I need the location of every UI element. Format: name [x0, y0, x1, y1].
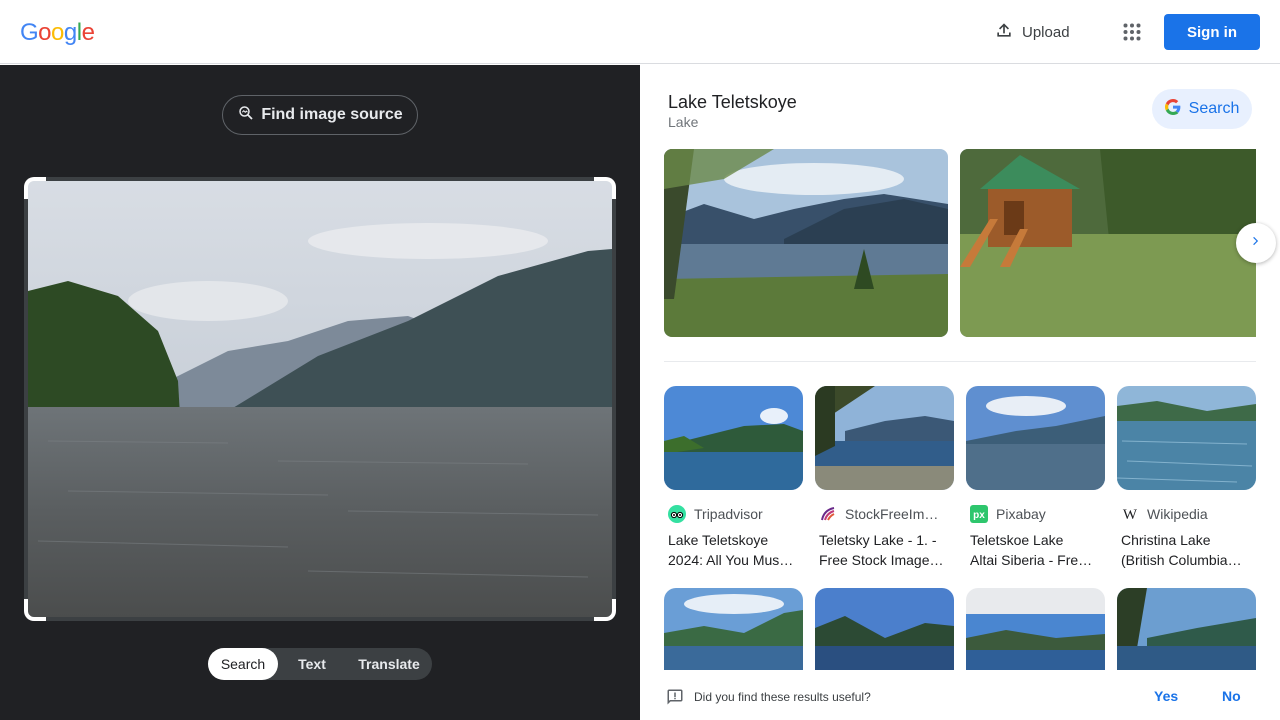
svg-text:W: W — [1123, 507, 1138, 523]
top-bar: Google Upload Sign in — [0, 0, 1280, 64]
visual-match-thumbnail[interactable] — [815, 588, 954, 670]
crop-edge-bottom[interactable] — [46, 617, 594, 621]
crop-frame[interactable] — [24, 177, 616, 621]
visual-match-thumbnail[interactable] — [1117, 588, 1256, 670]
logo-letter: o — [38, 19, 52, 46]
visual-match-card[interactable]: px Pixabay Teletskoe Lake Altai Siberia … — [966, 386, 1105, 570]
result-source-name: StockFreeIma… — [845, 506, 945, 522]
entity-title[interactable]: Lake Teletskoye — [668, 92, 797, 113]
result-source: StockFreeIma… — [815, 504, 954, 524]
sign-in-button[interactable]: Sign in — [1164, 14, 1260, 50]
result-title-line: 2024: All You Mus… — [668, 552, 794, 568]
logo-letter: G — [20, 19, 39, 46]
result-title[interactable]: Lake Teletskoye 2024: All You Mus… — [664, 530, 803, 570]
result-thumbnail — [1117, 386, 1256, 490]
feedback-icon — [666, 688, 684, 711]
carousel-next-button[interactable] — [1236, 223, 1276, 263]
feedback-question: Did you find these results useful? — [694, 690, 871, 704]
result-source-name: Pixabay — [996, 506, 1046, 522]
tripadvisor-icon — [668, 505, 686, 523]
logo-letter: e — [81, 19, 95, 46]
logo-letter: o — [51, 19, 64, 46]
visual-match-card[interactable]: W Wikipedia Christina Lake (British Colu… — [1117, 386, 1256, 570]
crop-handle-top-right[interactable] — [594, 177, 616, 199]
tab-translate[interactable]: Translate — [346, 648, 432, 680]
result-title-line: Free Stock Image… — [819, 552, 944, 568]
wikipedia-icon: W — [1121, 505, 1139, 523]
find-image-source-button[interactable]: Find image source — [222, 95, 418, 135]
result-title[interactable]: Teletsky Lake - 1. - Free Stock Image… — [815, 530, 954, 570]
feedback-yes-button[interactable]: Yes — [1154, 688, 1178, 704]
result-source-name: Wikipedia — [1147, 506, 1208, 522]
result-source: px Pixabay — [966, 504, 1105, 524]
stockfreeimages-icon — [819, 505, 837, 523]
result-source-name: Tripadvisor — [694, 506, 763, 522]
mode-tabs: Search Text Translate — [208, 648, 432, 680]
result-title-line: Christina Lake — [1121, 532, 1211, 548]
image-search-icon — [237, 104, 255, 127]
google-logo[interactable]: Google — [20, 19, 95, 47]
chevron-right-icon — [1249, 234, 1263, 253]
result-thumbnail — [815, 386, 954, 490]
results-panel: Lake Teletskoye Lake Search Tripadvisor … — [640, 65, 1280, 720]
upload-button[interactable]: Upload — [984, 14, 1080, 50]
query-image-panel: Find image source Search Text Translate — [0, 65, 640, 720]
entity-search-button[interactable]: Search — [1152, 89, 1252, 129]
result-title-line: Teletskoe Lake — [970, 532, 1064, 548]
apps-grid-icon[interactable] — [1116, 16, 1148, 48]
tab-search[interactable]: Search — [208, 648, 278, 680]
result-title-line: Teletsky Lake - 1. - — [819, 532, 937, 548]
find-image-source-label: Find image source — [261, 106, 403, 123]
crop-handle-bottom-left[interactable] — [24, 599, 46, 621]
entity-image[interactable] — [960, 149, 1256, 337]
crop-handle-bottom-right[interactable] — [594, 599, 616, 621]
query-image — [28, 181, 612, 617]
visual-match-thumbnail[interactable] — [664, 588, 803, 670]
result-source: Tripadvisor — [664, 504, 803, 524]
result-thumbnail — [664, 386, 803, 490]
entity-subtitle: Lake — [668, 114, 699, 130]
svg-text:px: px — [973, 510, 985, 521]
result-title-line: (British Columbia… — [1121, 552, 1242, 568]
result-title-line: Lake Teletskoye — [668, 532, 769, 548]
result-title[interactable]: Christina Lake (British Columbia… — [1117, 530, 1256, 570]
pixabay-icon: px — [970, 505, 988, 523]
visual-match-card[interactable]: StockFreeIma… Teletsky Lake - 1. - Free … — [815, 386, 954, 570]
feedback-no-button[interactable]: No — [1222, 688, 1241, 704]
crop-handle-top-left[interactable] — [24, 177, 46, 199]
visual-match-card[interactable]: Tripadvisor Lake Teletskoye 2024: All Yo… — [664, 386, 803, 570]
crop-edge-right[interactable] — [612, 199, 616, 599]
result-title[interactable]: Teletskoe Lake Altai Siberia - Fre… — [966, 530, 1105, 570]
result-thumbnail — [966, 386, 1105, 490]
visual-match-thumbnail[interactable] — [966, 588, 1105, 670]
feedback-bar: Did you find these results useful? Yes N… — [640, 672, 1280, 720]
entity-image[interactable] — [664, 149, 948, 337]
upload-label: Upload — [1022, 23, 1070, 41]
upload-icon — [994, 20, 1014, 45]
logo-letter: g — [63, 19, 77, 46]
entity-search-label: Search — [1188, 100, 1240, 117]
section-divider — [664, 361, 1256, 362]
result-source: W Wikipedia — [1117, 504, 1256, 524]
google-g-icon — [1164, 98, 1181, 120]
tab-text[interactable]: Text — [278, 648, 346, 680]
result-title-line: Altai Siberia - Fre… — [970, 552, 1093, 568]
